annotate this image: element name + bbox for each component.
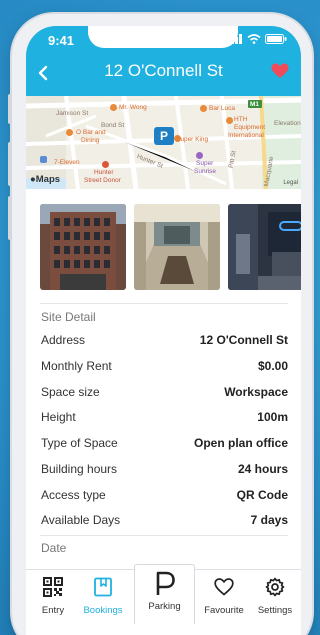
gear-icon bbox=[264, 576, 286, 598]
map-label: Equipment bbox=[234, 124, 266, 131]
poi-marker bbox=[200, 105, 207, 112]
map-label: Bond St bbox=[101, 122, 125, 129]
map-label: 7-Eleven bbox=[54, 159, 80, 166]
map-label: Super bbox=[196, 160, 214, 167]
detail-value: 24 hours bbox=[237, 462, 288, 476]
app-screen: 9:41 12 O'Connell St Jamison St Mr. Wong… bbox=[26, 26, 301, 635]
map-label: M1 bbox=[250, 101, 260, 108]
detail-value: Workspace bbox=[224, 385, 288, 399]
detail-label: Type of Space bbox=[41, 436, 118, 450]
map-label: Street Donor bbox=[84, 177, 121, 184]
tab-label: Favourite bbox=[204, 605, 244, 616]
detail-row-height: Height 100m bbox=[41, 408, 288, 426]
poi-marker bbox=[66, 129, 73, 136]
bookmark-icon bbox=[92, 576, 114, 598]
tab-parking[interactable]: Parking bbox=[134, 564, 195, 624]
tab-entry[interactable]: Entry bbox=[27, 576, 79, 626]
map-label: Mr. Wong bbox=[119, 104, 147, 111]
map-label: Super King bbox=[176, 136, 209, 143]
detail-row-available-days: Available Days 7 days bbox=[41, 511, 288, 529]
status-time: 9:41 bbox=[48, 33, 75, 48]
map-label: Bar Luca bbox=[209, 105, 236, 112]
location-map[interactable]: Jamison St Mr. Wong Bar Luca M1 Bond St … bbox=[26, 96, 301, 189]
detail-row-address: Address 12 O'Connell St bbox=[41, 331, 288, 349]
site-detail-heading: Site Detail bbox=[41, 310, 96, 324]
favourite-button[interactable] bbox=[271, 63, 289, 81]
poi-marker bbox=[102, 161, 109, 168]
side-button bbox=[8, 196, 12, 240]
wifi-icon bbox=[247, 34, 261, 44]
poi-marker bbox=[226, 117, 233, 124]
poi-marker bbox=[40, 156, 47, 163]
photo-office-interior[interactable] bbox=[228, 204, 301, 290]
map-label: Hunter bbox=[94, 169, 114, 176]
heart-icon bbox=[271, 63, 289, 78]
map-label: Dining bbox=[81, 137, 100, 144]
detail-label: Access type bbox=[41, 488, 106, 502]
maps-attribution: ●Maps bbox=[30, 174, 60, 185]
maps-attribution-text: Maps bbox=[35, 174, 61, 185]
photo-building-exterior[interactable] bbox=[40, 204, 126, 290]
notch bbox=[88, 26, 238, 48]
tab-favourite[interactable]: Favourite bbox=[198, 576, 250, 626]
detail-label: Building hours bbox=[41, 462, 118, 476]
poi-marker bbox=[196, 152, 203, 159]
detail-label: Monthly Rent bbox=[41, 359, 112, 373]
map-label: Jamison St bbox=[56, 110, 89, 117]
tab-label: Bookings bbox=[83, 605, 123, 616]
map-label: O Bar and bbox=[76, 129, 106, 136]
side-button bbox=[8, 142, 12, 186]
detail-value: 100m bbox=[257, 410, 288, 424]
photo-gallery[interactable] bbox=[40, 204, 301, 290]
detail-label: Space size bbox=[41, 385, 100, 399]
detail-value: QR Code bbox=[236, 488, 288, 502]
map-label: HTH bbox=[234, 116, 248, 123]
divider bbox=[40, 535, 288, 536]
signal-icon bbox=[227, 34, 242, 44]
date-heading: Date bbox=[41, 541, 67, 555]
tab-bookings[interactable]: Bookings bbox=[77, 576, 129, 626]
heart-outline-icon bbox=[213, 576, 235, 598]
detail-label: Available Days bbox=[41, 513, 121, 527]
detail-label: Height bbox=[41, 410, 76, 424]
detail-row-access-type: Access type QR Code bbox=[41, 486, 288, 504]
detail-row-building-hours: Building hours 24 hours bbox=[41, 460, 288, 478]
status-icons bbox=[227, 34, 287, 44]
photo-lobby[interactable] bbox=[134, 204, 220, 290]
map-label: Elevation bbox=[274, 120, 301, 127]
qr-code-icon bbox=[42, 576, 64, 598]
header-bar: 9:41 12 O'Connell St bbox=[26, 26, 301, 96]
side-button bbox=[8, 94, 12, 124]
lobby-image bbox=[134, 204, 220, 290]
detail-row-type-of-space: Type of Space Open plan office bbox=[41, 434, 288, 452]
tab-label: Settings bbox=[257, 605, 293, 616]
map-legal-link[interactable]: Legal bbox=[283, 180, 298, 186]
bottom-tab-bar: Entry Bookings Parking Favourite Setting… bbox=[26, 564, 301, 635]
back-button[interactable] bbox=[32, 62, 54, 84]
back-arrow-icon bbox=[38, 65, 48, 81]
detail-row-monthly-rent: Monthly Rent $0.00 bbox=[41, 357, 288, 375]
poi-marker bbox=[110, 104, 117, 111]
detail-label: Address bbox=[41, 333, 86, 347]
battery-icon bbox=[265, 34, 287, 44]
page-title: 12 O'Connell St bbox=[104, 61, 223, 80]
office-interior-image bbox=[228, 204, 301, 290]
map-label: Sunrise bbox=[194, 168, 217, 175]
detail-value: 7 days bbox=[250, 513, 288, 527]
parking-icon bbox=[152, 571, 178, 597]
tab-settings[interactable]: Settings bbox=[249, 576, 301, 626]
detail-value: Open plan office bbox=[193, 436, 288, 450]
divider bbox=[40, 303, 288, 304]
building-exterior-image bbox=[40, 204, 126, 290]
detail-value: $0.00 bbox=[257, 359, 288, 373]
parking-pin-icon[interactable]: P bbox=[154, 127, 174, 145]
tab-label: Parking bbox=[148, 601, 181, 612]
detail-value: 12 O'Connell St bbox=[199, 333, 288, 347]
tab-label: Entry bbox=[41, 605, 65, 616]
detail-row-space-size: Space size Workspace bbox=[41, 383, 288, 401]
map-label: International bbox=[228, 132, 264, 139]
